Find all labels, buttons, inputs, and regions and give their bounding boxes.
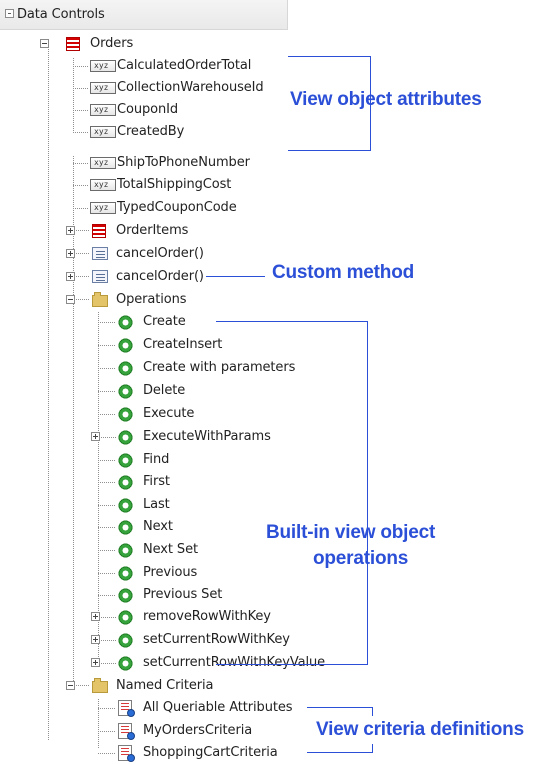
operation-label: Previous <box>143 565 198 580</box>
tree-node-operations[interactable]: Operations <box>66 289 286 311</box>
gear-icon <box>116 518 135 537</box>
operation-label: Last <box>143 497 170 512</box>
operation-label: CreateInsert <box>143 337 223 352</box>
gear-icon <box>116 631 135 650</box>
attribute-label: TotalShippingCost <box>117 177 232 192</box>
view-criteria-definitions-label: View criteria definitions <box>316 719 524 740</box>
tree-node-named-criteria[interactable]: Named Criteria <box>66 675 286 697</box>
attribute-item[interactable]: ShipToPhoneNumber <box>73 152 283 174</box>
attribute-icon <box>90 179 116 191</box>
gear-icon <box>116 451 135 470</box>
data-controls-panel: Data Controls Orders CalculatedOrderTota… <box>0 0 552 762</box>
attribute-item[interactable]: CouponId <box>73 99 283 121</box>
tree-node-cancelorder-custom[interactable]: cancelOrder() <box>66 266 286 288</box>
attribute-icon <box>90 82 116 94</box>
tree-node-cancelorder[interactable]: cancelOrder() <box>66 243 286 265</box>
criteria-icon <box>118 745 135 762</box>
custom-method-label: Custom method <box>272 262 415 283</box>
tree-node-label: Named Criteria <box>116 678 214 693</box>
data-controls-tree: Orders CalculatedOrderTotal CollectionWa… <box>0 0 552 762</box>
gear-icon <box>116 541 135 560</box>
attribute-item[interactable]: CalculatedOrderTotal <box>73 55 283 77</box>
built-in-operations-label-line2: operations <box>313 548 409 569</box>
attribute-icon <box>90 60 116 72</box>
attribute-icon <box>90 126 116 138</box>
tree-node-label: Orders <box>90 36 134 51</box>
attribute-label: CreatedBy <box>117 124 185 139</box>
operation-label: Find <box>143 452 170 467</box>
gear-icon <box>116 405 135 424</box>
operation-label: Create <box>143 314 186 329</box>
gear-icon <box>116 313 135 332</box>
gear-icon <box>116 654 135 673</box>
tree-node-orderitems[interactable]: OrderItems <box>66 220 286 242</box>
gear-icon <box>116 382 135 401</box>
gear-icon <box>116 496 135 515</box>
tree-node-label: cancelOrder() <box>116 269 204 284</box>
view-object-icon <box>66 37 80 51</box>
attribute-item[interactable]: CreatedBy <box>73 121 283 143</box>
method-icon <box>92 270 108 283</box>
gear-icon <box>116 473 135 492</box>
operation-label: Execute <box>143 406 195 421</box>
criteria-label: ShoppingCartCriteria <box>143 745 278 760</box>
view-object-icon <box>92 224 106 238</box>
criteria-icon <box>118 723 135 740</box>
criteria-bracket-bottom <box>307 744 373 753</box>
gear-icon <box>116 564 135 583</box>
gear-icon <box>116 586 135 605</box>
tree-node-label: OrderItems <box>116 223 189 238</box>
operation-label: First <box>143 474 170 489</box>
attribute-item[interactable]: CollectionWarehouseId <box>73 77 283 99</box>
operations-bracket <box>216 321 368 665</box>
folder-icon <box>92 292 108 307</box>
gear-icon <box>116 608 135 627</box>
attribute-icon <box>90 157 116 169</box>
attribute-icon <box>90 202 116 214</box>
tree-node-label: cancelOrder() <box>116 246 204 261</box>
built-in-operations-label-line1: Built-in view object <box>266 522 436 543</box>
gear-icon <box>116 428 135 447</box>
operation-label: Next <box>143 519 173 534</box>
gear-icon <box>116 359 135 378</box>
attribute-item[interactable]: TotalShippingCost <box>73 174 283 196</box>
attribute-label: ShipToPhoneNumber <box>117 155 250 170</box>
criteria-item[interactable]: MyOrdersCriteria <box>98 720 318 742</box>
criteria-bracket-top <box>307 707 373 716</box>
operation-label: Previous Set <box>143 587 223 602</box>
criteria-item[interactable]: All Queriable Attributes <box>98 697 318 719</box>
collapse-icon[interactable] <box>40 39 49 48</box>
attribute-label: CouponId <box>117 102 179 117</box>
attribute-item[interactable]: TypedCouponCode <box>73 197 283 219</box>
gear-icon <box>116 336 135 355</box>
attribute-label: CalculatedOrderTotal <box>117 58 252 73</box>
criteria-label: MyOrdersCriteria <box>143 723 253 738</box>
tree-node-label: Operations <box>116 292 187 307</box>
tree-node-orders[interactable]: Orders <box>40 33 220 55</box>
criteria-icon <box>118 700 135 717</box>
view-object-attributes-label: View object attributes <box>290 89 482 110</box>
attribute-icon <box>90 104 116 116</box>
attribute-label: CollectionWarehouseId <box>117 80 264 95</box>
folder-icon <box>92 678 108 693</box>
operation-label: Next Set <box>143 542 198 557</box>
custom-method-line <box>206 276 265 277</box>
method-icon <box>92 247 108 260</box>
operation-label: Delete <box>143 383 186 398</box>
criteria-label: All Queriable Attributes <box>143 700 293 715</box>
attribute-label: TypedCouponCode <box>117 200 237 215</box>
